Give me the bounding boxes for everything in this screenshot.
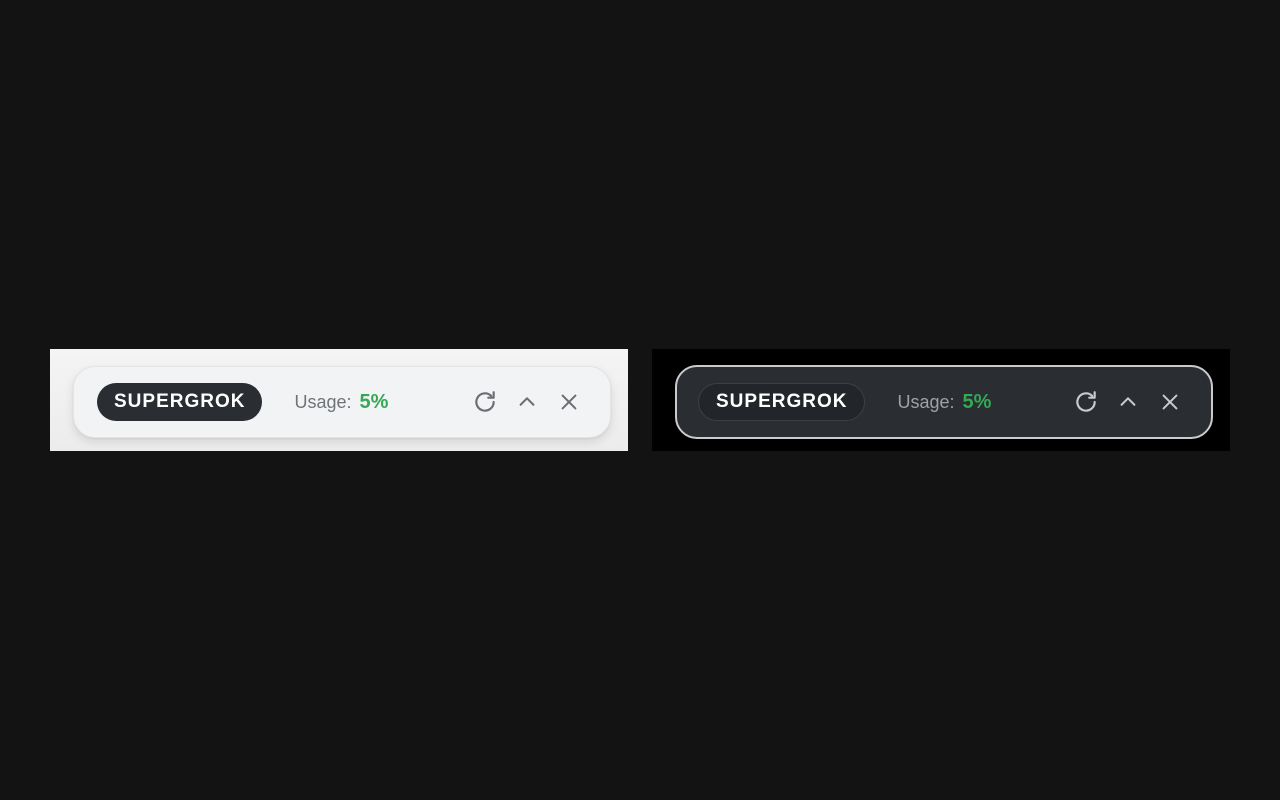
usage-readout: Usage: 5% [897, 391, 991, 414]
dark-theme-panel: SUPERGROK Usage: 5% [652, 349, 1230, 451]
stage: SUPERGROK Usage: 5% SUPERGROK Usage: 5% [0, 0, 1280, 800]
refresh-icon [1076, 391, 1096, 412]
refresh-button[interactable] [1069, 385, 1103, 419]
close-icon [1162, 394, 1178, 410]
chevron-up-icon [519, 397, 535, 406]
usage-label: Usage: [294, 391, 352, 412]
plan-badge[interactable]: SUPERGROK [698, 383, 866, 421]
usage-widget-dark: SUPERGROK Usage: 5% [675, 365, 1213, 439]
usage-value: 5% [962, 390, 992, 413]
usage-widget-light: SUPERGROK Usage: 5% [73, 366, 611, 438]
refresh-icon [475, 391, 495, 412]
usage-value: 5% [359, 390, 389, 413]
close-icon [561, 394, 577, 410]
usage-label: Usage: [897, 391, 955, 412]
light-theme-panel: SUPERGROK Usage: 5% [50, 349, 628, 451]
collapse-button[interactable] [1111, 385, 1145, 419]
usage-readout: Usage: 5% [294, 391, 388, 414]
plan-badge[interactable]: SUPERGROK [97, 383, 263, 421]
close-button[interactable] [1153, 385, 1187, 419]
close-button[interactable] [552, 385, 586, 419]
refresh-button[interactable] [468, 385, 502, 419]
chevron-up-icon [1120, 397, 1136, 406]
collapse-button[interactable] [510, 385, 544, 419]
